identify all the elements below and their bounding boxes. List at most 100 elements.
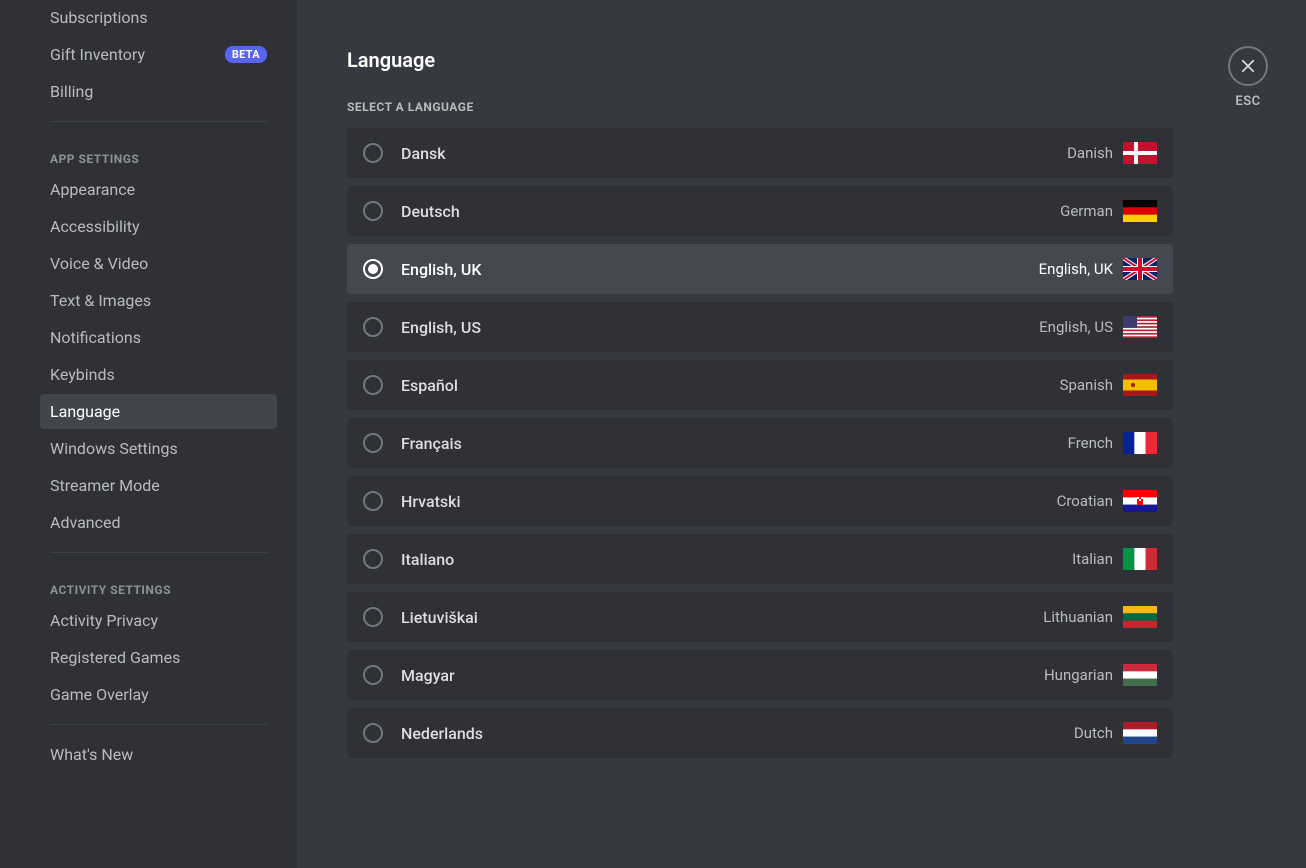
sidebar-item-label: Text & Images <box>50 291 151 310</box>
flag-icon-es <box>1123 374 1157 396</box>
sidebar-item-label: Billing <box>50 82 93 101</box>
language-english-name: Danish <box>1067 144 1113 162</box>
sidebar-item-label: Voice & Video <box>50 254 148 273</box>
language-option-us[interactable]: English, USEnglish, US <box>347 302 1173 352</box>
close-icon <box>1239 57 1257 75</box>
language-option-es[interactable]: EspañolSpanish <box>347 360 1173 410</box>
language-option-de[interactable]: DeutschGerman <box>347 186 1173 236</box>
sidebar-item-registered-games[interactable]: Registered Games <box>40 640 277 675</box>
sidebar-item-activity-privacy[interactable]: Activity Privacy <box>40 603 277 638</box>
sidebar-item-label: Subscriptions <box>50 8 148 27</box>
sidebar-item-label: Windows Settings <box>50 439 178 458</box>
sidebar-item-label: Registered Games <box>50 648 180 667</box>
sidebar-item-keybinds[interactable]: Keybinds <box>40 357 277 392</box>
divider <box>50 724 267 725</box>
divider <box>50 121 267 122</box>
sidebar-item-label: Streamer Mode <box>50 476 160 495</box>
sidebar-item-appearance[interactable]: Appearance <box>40 172 277 207</box>
sidebar-item-label: Keybinds <box>50 365 115 384</box>
language-english-name: English, UK <box>1039 260 1113 278</box>
sidebar-item-billing[interactable]: Billing <box>40 74 277 109</box>
flag-icon-fr <box>1123 432 1157 454</box>
sidebar-item-what-s-new[interactable]: What's New <box>40 737 277 772</box>
language-english-name: Lithuanian <box>1043 608 1113 626</box>
language-native-name: Deutsch <box>401 202 1060 221</box>
sidebar-item-game-overlay[interactable]: Game Overlay <box>40 677 277 712</box>
sidebar-item-accessibility[interactable]: Accessibility <box>40 209 277 244</box>
flag-icon-gb <box>1123 258 1157 280</box>
language-english-name: Hungarian <box>1044 666 1113 684</box>
radio-icon <box>363 317 383 337</box>
language-option-hr[interactable]: HrvatskiCroatian <box>347 476 1173 526</box>
language-option-gb[interactable]: English, UKEnglish, UK <box>347 244 1173 294</box>
sidebar-item-advanced[interactable]: Advanced <box>40 505 277 540</box>
language-native-name: English, US <box>401 318 1039 337</box>
flag-icon-lt <box>1123 606 1157 628</box>
radio-icon <box>363 433 383 453</box>
language-native-name: Lietuviškai <box>401 608 1043 627</box>
flag-icon-nl <box>1123 722 1157 744</box>
sidebar-header-app-settings: APP SETTINGS <box>40 134 277 172</box>
language-native-name: Nederlands <box>401 724 1074 743</box>
sidebar-item-notifications[interactable]: Notifications <box>40 320 277 355</box>
language-native-name: Italiano <box>401 550 1072 569</box>
page-title: Language <box>347 48 1266 72</box>
radio-icon <box>363 549 383 569</box>
language-option-it[interactable]: ItalianoItalian <box>347 534 1173 584</box>
language-english-name: French <box>1068 434 1113 452</box>
language-native-name: Español <box>401 376 1060 395</box>
flag-icon-hr <box>1123 490 1157 512</box>
sidebar-item-label: What's New <box>50 745 133 764</box>
radio-icon <box>363 723 383 743</box>
sidebar-item-text-images[interactable]: Text & Images <box>40 283 277 318</box>
sidebar-item-label: Language <box>50 402 120 421</box>
close-button[interactable] <box>1228 46 1268 86</box>
flag-icon-hu <box>1123 664 1157 686</box>
language-option-lt[interactable]: LietuviškaiLithuanian <box>347 592 1173 642</box>
language-option-dk[interactable]: DanskDanish <box>347 128 1173 178</box>
language-native-name: Hrvatski <box>401 492 1057 511</box>
sidebar-item-label: Advanced <box>50 513 121 532</box>
divider <box>50 552 267 553</box>
language-option-fr[interactable]: FrançaisFrench <box>347 418 1173 468</box>
radio-icon <box>363 491 383 511</box>
sidebar-item-label: Gift Inventory <box>50 45 145 64</box>
language-option-nl[interactable]: NederlandsDutch <box>347 708 1173 758</box>
radio-icon <box>363 375 383 395</box>
sidebar-item-label: Notifications <box>50 328 141 347</box>
language-english-name: Dutch <box>1074 724 1113 742</box>
language-english-name: German <box>1060 202 1113 220</box>
sidebar-item-label: Activity Privacy <box>50 611 158 630</box>
flag-icon-de <box>1123 200 1157 222</box>
beta-badge: BETA <box>225 46 267 63</box>
language-english-name: Spanish <box>1060 376 1113 394</box>
sidebar-item-voice-video[interactable]: Voice & Video <box>40 246 277 281</box>
sidebar-item-gift-inventory[interactable]: Gift Inventory BETA <box>40 37 277 72</box>
language-english-name: Italian <box>1072 550 1113 568</box>
flag-icon-us <box>1123 316 1157 338</box>
close-wrap: ESC <box>1228 46 1268 109</box>
sidebar-item-label: Game Overlay <box>50 685 149 704</box>
language-list: DanskDanishDeutschGermanEnglish, UKEngli… <box>347 128 1173 758</box>
language-option-hu[interactable]: MagyarHungarian <box>347 650 1173 700</box>
sidebar-item-language[interactable]: Language <box>40 394 277 429</box>
sidebar-item-subscriptions[interactable]: Subscriptions <box>40 0 277 35</box>
sidebar-item-streamer-mode[interactable]: Streamer Mode <box>40 468 277 503</box>
flag-icon-dk <box>1123 142 1157 164</box>
language-native-name: Magyar <box>401 666 1044 685</box>
language-english-name: Croatian <box>1057 492 1113 510</box>
settings-sidebar: Subscriptions Gift Inventory BETA Billing A… <box>0 0 297 868</box>
radio-icon <box>363 259 383 279</box>
sidebar-item-label: Appearance <box>50 180 135 199</box>
language-native-name: Dansk <box>401 144 1067 163</box>
radio-icon <box>363 143 383 163</box>
sidebar-item-windows-settings[interactable]: Windows Settings <box>40 431 277 466</box>
language-english-name: English, US <box>1039 318 1113 336</box>
radio-icon <box>363 607 383 627</box>
sidebar-item-label: Accessibility <box>50 217 140 236</box>
language-native-name: English, UK <box>401 260 1039 279</box>
sidebar-header-activity-settings: ACTIVITY SETTINGS <box>40 565 277 603</box>
radio-icon <box>363 665 383 685</box>
language-native-name: Français <box>401 434 1068 453</box>
main-content: Language SELECT A LANGUAGE DanskDanishDe… <box>297 0 1306 868</box>
